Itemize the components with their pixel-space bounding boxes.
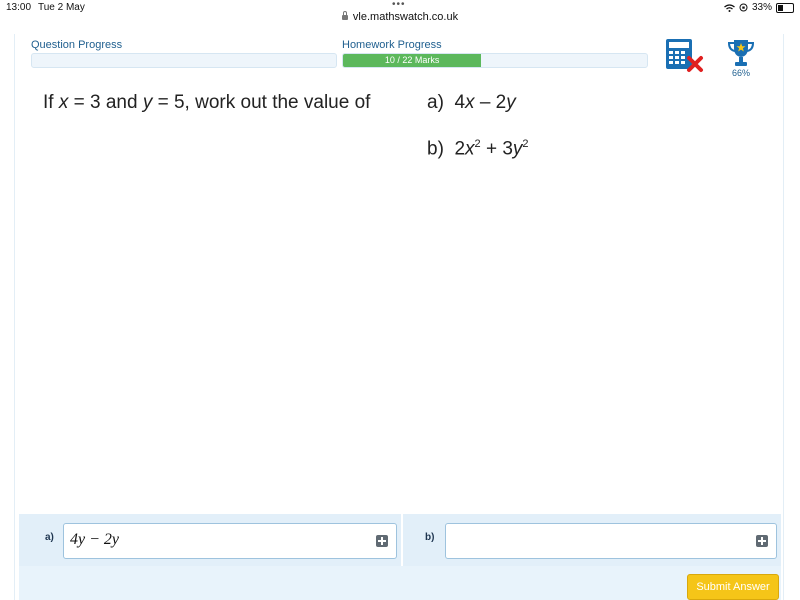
homework-marks-text: 10 / 22 Marks (384, 55, 440, 65)
homework-progress-label: Homework Progress (342, 39, 442, 51)
calculator-not-allowed-icon (666, 39, 703, 72)
url-text: vle.mathswatch.co.uk (352, 11, 459, 23)
answer-cell-b: b) (403, 514, 781, 566)
question-part-a: a) 4x – 2y (427, 92, 516, 113)
question-part-b: b) 2x2 + 3y2 (427, 138, 529, 160)
trophy-percent: 66% (731, 68, 750, 78)
address-bar[interactable]: vle.mathswatch.co.uk (0, 11, 800, 29)
question-progress-bar (31, 53, 337, 68)
multitasking-dots-icon[interactable]: ••• (392, 0, 406, 10)
answer-a-value: 4y − 2y (70, 531, 119, 548)
homework-progress-bar: 10 / 22 Marks (342, 53, 648, 68)
answer-panel: a) 4y − 2y b) Submit Answer (19, 514, 781, 600)
question-intro: If x = 3 and y = 5, work out the value o… (43, 92, 371, 113)
question-progress-label: Question Progress (31, 39, 123, 51)
answer-a-input[interactable]: 4y − 2y (63, 523, 397, 559)
homework-app: Question Progress Homework Progress 10 /… (14, 34, 784, 600)
lock-icon (341, 11, 348, 20)
answer-b-label: b) (425, 532, 435, 543)
submit-answer-button[interactable]: Submit Answer (687, 574, 779, 600)
answer-cell-a: a) 4y − 2y (19, 514, 401, 566)
answer-b-input[interactable] (445, 523, 777, 559)
equation-editor-plus-icon[interactable] (756, 535, 768, 547)
answer-a-label: a) (45, 532, 54, 543)
trophy-icon (727, 40, 755, 66)
equation-editor-plus-icon[interactable] (376, 535, 388, 547)
